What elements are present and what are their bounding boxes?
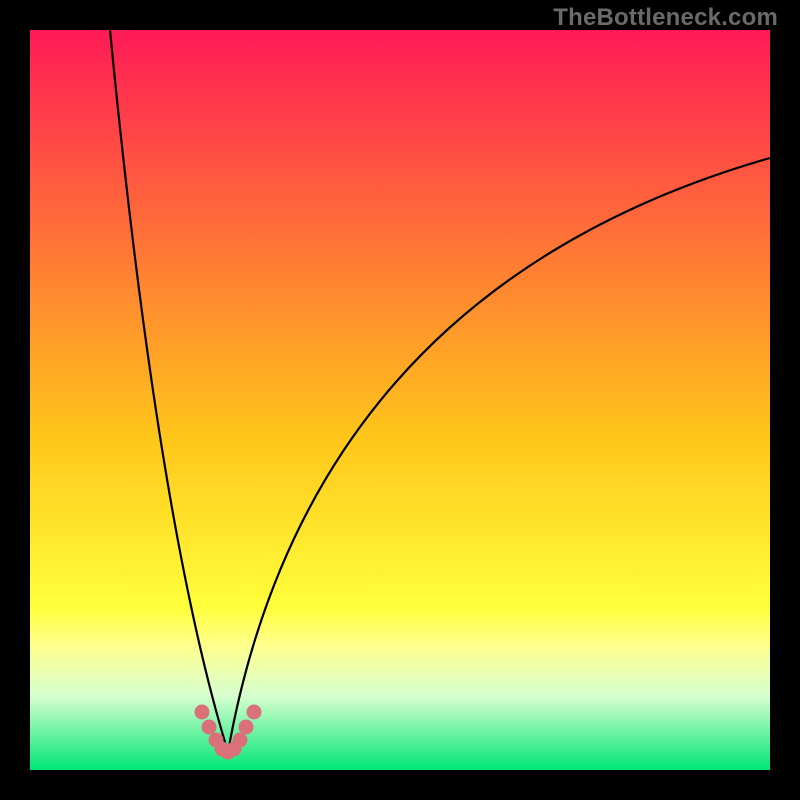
plot-svg bbox=[0, 0, 800, 800]
watermark-text: TheBottleneck.com bbox=[553, 4, 778, 32]
dip-dot bbox=[233, 733, 248, 748]
dip-dot bbox=[195, 705, 210, 720]
dip-dot bbox=[202, 720, 217, 735]
dip-dot bbox=[247, 705, 262, 720]
dip-dot bbox=[239, 720, 254, 735]
figure-root: TheBottleneck.com bbox=[0, 0, 800, 800]
plot-background bbox=[30, 30, 770, 770]
plot-area bbox=[30, 30, 770, 770]
